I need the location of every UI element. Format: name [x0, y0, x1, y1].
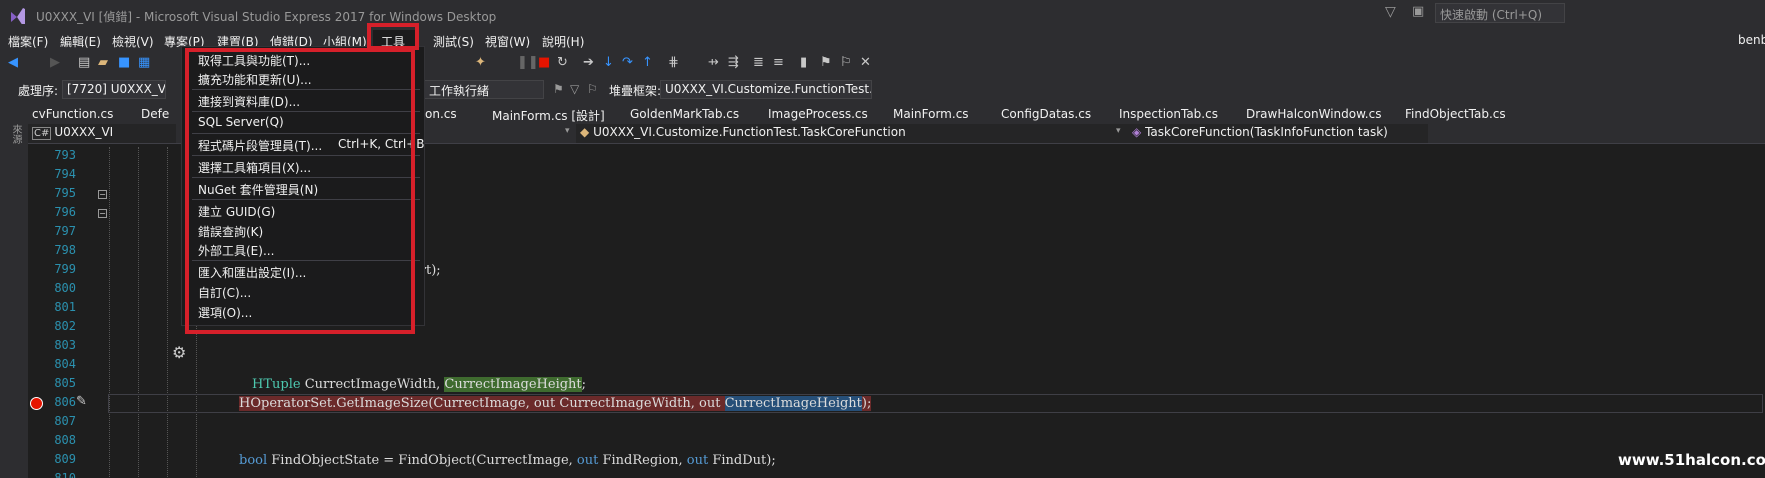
step-out-icon[interactable]: ↑ [642, 55, 653, 70]
line-number: 808 [54, 433, 76, 447]
member-dropdown[interactable]: ◈ TaskCoreFunction(TaskInfoFunction task… [1128, 124, 1428, 143]
line-number: 807 [54, 414, 76, 428]
show-next-statement-icon[interactable]: ➔ [583, 55, 594, 70]
line-number: 801 [54, 300, 76, 314]
tab-imageprocess[interactable]: ImageProcess.cs [768, 107, 868, 121]
line-number: 803 [54, 338, 76, 352]
indent-guide [138, 147, 139, 477]
comment-icon[interactable]: ≣ [753, 55, 764, 70]
code-line-805: HTuple CurrectImageWidth, CurrectImageHe… [252, 377, 587, 392]
filter-thread-icon[interactable]: ▽ [570, 82, 579, 96]
menu-file[interactable]: 檔案(F) [8, 33, 48, 50]
tab-goldenmarktab[interactable]: GoldenMarkTab.cs [630, 107, 739, 121]
visual-studio-logo-icon [11, 8, 25, 24]
prev-bookmark-icon[interactable]: ⚑ [820, 55, 832, 70]
gear-icon: ⚙ [172, 343, 187, 362]
save-icon[interactable]: ■ [118, 55, 130, 70]
line-number: 802 [54, 319, 76, 333]
menu-help[interactable]: 說明(H) [542, 33, 584, 50]
menu-window[interactable]: 視窗(W) [485, 33, 530, 50]
code-line-806: HOperatorSet.GetImageSize(CurrectImage, … [239, 396, 872, 411]
filter-icon[interactable]: ▽ [1385, 4, 1396, 20]
show-flagged-icon[interactable]: ⚐ [587, 82, 598, 96]
save-all-icon[interactable]: ▦ [138, 55, 150, 70]
menu-test[interactable]: 測試(S) [433, 33, 474, 50]
project-dropdown[interactable]: C# U0XXX_VI [28, 124, 176, 143]
menu-edit[interactable]: 編輯(E) [60, 33, 101, 50]
step-over-icon[interactable]: ↷ [622, 55, 633, 70]
tab-findobjecttab[interactable]: FindObjectTab.cs [1405, 107, 1506, 121]
clear-bookmarks-icon[interactable]: ✕ [860, 55, 871, 70]
breakpoint-icon[interactable] [30, 397, 43, 410]
collapse-icon[interactable]: − [98, 209, 107, 218]
stack-frame-dropdown[interactable]: U0XXX_VI.Customize.FunctionTest.Task [660, 80, 872, 99]
tab-configdatas[interactable]: ConfigDatas.cs [1001, 107, 1091, 121]
collapse-icon[interactable]: − [98, 190, 107, 199]
pause-icon[interactable]: ❚❚ [517, 55, 539, 70]
user-name[interactable]: benb [1738, 33, 1765, 47]
back-icon[interactable]: ◀ [8, 55, 18, 70]
line-number: 810 [54, 471, 76, 478]
restart-icon[interactable]: ↻ [557, 55, 568, 70]
uncomment-icon[interactable]: ≡ [773, 55, 784, 70]
method-icon: ◈ [1132, 125, 1142, 139]
highlight-box-tools-dropdown [185, 48, 415, 334]
line-number: 797 [54, 224, 76, 238]
csharp-project-icon: C# [32, 127, 52, 140]
class-icon: ◆ [580, 125, 590, 139]
process-label: 處理序: [18, 84, 59, 98]
next-bookmark-icon[interactable]: ⚐ [840, 55, 852, 70]
menu-view[interactable]: 檢視(V) [112, 33, 154, 50]
type-dropdown[interactable]: ◆ U0XXX_VI.Customize.FunctionTest.TaskCo… [576, 124, 1152, 143]
hex-display-icon[interactable]: ⋕ [668, 55, 679, 70]
flag-thread-icon[interactable]: ⚑ [553, 82, 564, 96]
line-number: 806 [54, 395, 76, 409]
bookmark-icon[interactable]: ▮ [800, 55, 807, 70]
open-file-icon[interactable]: ▰ [98, 55, 108, 70]
process-dropdown[interactable]: [7720] U0XXX_VI_10 [62, 80, 166, 99]
stack-frame-label: 堆疊框架: [609, 84, 662, 98]
breakpoints-icon[interactable]: ⇸ [708, 55, 719, 70]
title-bar: U0XXX_VI [偵錯] - Microsoft Visual Studio … [0, 0, 1765, 30]
chevron-down-icon[interactable]: ▾ [565, 126, 570, 136]
line-number: 809 [54, 452, 76, 466]
chevron-down-icon[interactable]: ▾ [1116, 126, 1121, 136]
thread-dropdown[interactable]: 工作執行緒 [424, 80, 544, 99]
window-title: U0XXX_VI [偵錯] - Microsoft Visual Studio … [36, 10, 497, 24]
quick-launch-input[interactable]: 快速啟動 (Ctrl+Q) [1435, 3, 1565, 23]
highlight-box-tools-menu [367, 23, 419, 50]
feedback-icon[interactable]: ▣ [1412, 4, 1424, 19]
tab-cvfunction[interactable]: cvFunction.cs [32, 107, 113, 121]
line-number: 793 [54, 148, 76, 162]
step-into-icon[interactable]: ↓ [603, 55, 614, 70]
line-number: 796 [54, 205, 76, 219]
indent-guide [109, 147, 110, 477]
attach-icon[interactable]: ✦ [475, 55, 486, 70]
line-number: 800 [54, 281, 76, 295]
line-number: 799 [54, 262, 76, 276]
pencil-icon: ✎ [76, 394, 87, 409]
new-project-icon[interactable]: ▤ [78, 55, 90, 70]
code-line-809: bool FindObjectState = FindObject(Currec… [239, 453, 776, 468]
stop-icon[interactable]: ■ [538, 55, 550, 70]
tab-drawhalconwindow[interactable]: DrawHalconWindow.cs [1246, 107, 1381, 121]
threads-icon[interactable]: ⇶ [728, 55, 739, 70]
line-number: 795 [54, 186, 76, 200]
line-number: 794 [54, 167, 76, 181]
line-number: 798 [54, 243, 76, 257]
tab-on-cs[interactable]: on.cs [425, 107, 457, 121]
line-number: 804 [54, 357, 76, 371]
forward-icon[interactable]: ▶ [50, 55, 60, 70]
tab-mainform-design[interactable]: MainForm.cs [設計] [492, 107, 605, 124]
tab-mainform[interactable]: MainForm.cs [893, 107, 969, 121]
line-number: 805 [54, 376, 76, 390]
tab-inspectiontab[interactable]: InspectionTab.cs [1119, 107, 1218, 121]
indent-guide [167, 147, 168, 477]
tab-defe[interactable]: Defe [141, 107, 169, 121]
watermark: www.51halcon.com [1618, 451, 1765, 469]
side-tool-strip: 資料來源 [0, 104, 28, 478]
